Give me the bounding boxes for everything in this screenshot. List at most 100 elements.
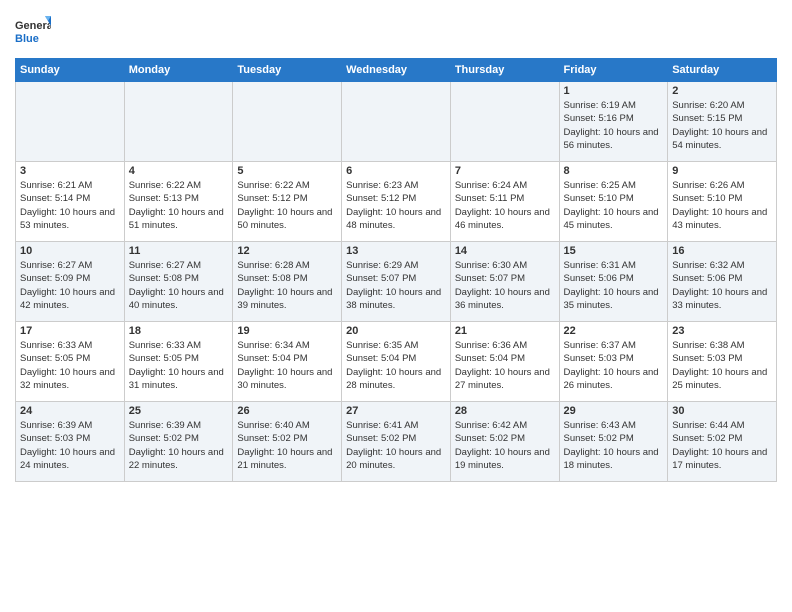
- calendar-cell: 12 Sunrise: 6:28 AMSunset: 5:08 PMDayligh…: [233, 242, 342, 322]
- calendar-cell: 10Sunrise: 6:27 AMSunset: 5:09 PMDayligh…: [16, 242, 125, 322]
- day-number: 21: [455, 325, 555, 337]
- day-info: Sunrise: 6:34 AMSunset: 5:04 PMDaylight:…: [237, 339, 337, 392]
- day-number: 1: [564, 85, 664, 97]
- calendar-cell: 8Sunrise: 6:25 AMSunset: 5:10 PMDaylight…: [559, 162, 668, 242]
- day-info: Sunrise: 6:43 AMSunset: 5:02 PMDaylight:…: [564, 419, 664, 472]
- week-row-0: 1Sunrise: 6:19 AMSunset: 5:16 PMDaylight…: [16, 82, 777, 162]
- calendar-cell: [233, 82, 342, 162]
- calendar-cell: 9 Sunrise: 6:26 AMSunset: 5:10 PMDaylight…: [668, 162, 777, 242]
- day-number: 17: [20, 325, 120, 337]
- calendar-cell: 28 Sunrise: 6:42 AMSunset: 5:02 PMDayligh…: [450, 402, 559, 482]
- day-number: 27: [346, 405, 446, 417]
- week-row-4: 24Sunrise: 6:39 AMSunset: 5:03 PMDayligh…: [16, 402, 777, 482]
- header-cell-saturday: Saturday: [668, 59, 777, 82]
- day-info: Sunrise: 6:33 AMSunset: 5:05 PMDaylight:…: [129, 339, 229, 392]
- calendar-cell: [16, 82, 125, 162]
- day-info: Sunrise: 6:28 AMSunset: 5:08 PMDaylight:…: [237, 259, 337, 312]
- day-number: 26: [237, 405, 337, 417]
- day-number: 6: [346, 165, 446, 177]
- day-number: 9: [672, 165, 772, 177]
- calendar-cell: 11 Sunrise: 6:27 AMSunset: 5:08 PMDayligh…: [124, 242, 233, 322]
- day-number: 8: [564, 165, 664, 177]
- day-number: 16: [672, 245, 772, 257]
- day-number: 12: [237, 245, 337, 257]
- calendar-cell: 21 Sunrise: 6:36 AMSunset: 5:04 PMDayligh…: [450, 322, 559, 402]
- week-row-1: 3 Sunrise: 6:21 AMSunset: 5:14 PMDaylight…: [16, 162, 777, 242]
- day-number: 25: [129, 405, 229, 417]
- calendar-cell: 7 Sunrise: 6:24 AMSunset: 5:11 PMDaylight…: [450, 162, 559, 242]
- day-info: Sunrise: 6:27 AMSunset: 5:09 PMDaylight:…: [20, 259, 120, 312]
- day-number: 4: [129, 165, 229, 177]
- calendar-cell: 19 Sunrise: 6:34 AMSunset: 5:04 PMDayligh…: [233, 322, 342, 402]
- day-info: Sunrise: 6:31 AMSunset: 5:06 PMDaylight:…: [564, 259, 664, 312]
- calendar-cell: 25 Sunrise: 6:39 AMSunset: 5:02 PMDayligh…: [124, 402, 233, 482]
- day-info: Sunrise: 6:21 AMSunset: 5:14 PMDaylight:…: [20, 179, 120, 232]
- logo-svg: General Blue: [15, 14, 51, 50]
- calendar-cell: 23 Sunrise: 6:38 AMSunset: 5:03 PMDayligh…: [668, 322, 777, 402]
- day-number: 19: [237, 325, 337, 337]
- calendar-cell: [342, 82, 451, 162]
- day-number: 29: [564, 405, 664, 417]
- calendar-cell: 30 Sunrise: 6:44 AMSunset: 5:02 PMDayligh…: [668, 402, 777, 482]
- day-info: Sunrise: 6:41 AMSunset: 5:02 PMDaylight:…: [346, 419, 446, 472]
- day-info: Sunrise: 6:20 AMSunset: 5:15 PMDaylight:…: [672, 99, 772, 152]
- day-number: 11: [129, 245, 229, 257]
- logo-graphic: General Blue: [15, 14, 51, 50]
- day-info: Sunrise: 6:22 AMSunset: 5:12 PMDaylight:…: [237, 179, 337, 232]
- day-info: Sunrise: 6:40 AMSunset: 5:02 PMDaylight:…: [237, 419, 337, 472]
- day-number: 23: [672, 325, 772, 337]
- svg-text:Blue: Blue: [15, 33, 39, 45]
- calendar-cell: 20 Sunrise: 6:35 AMSunset: 5:04 PMDayligh…: [342, 322, 451, 402]
- calendar-cell: 3 Sunrise: 6:21 AMSunset: 5:14 PMDaylight…: [16, 162, 125, 242]
- day-info: Sunrise: 6:36 AMSunset: 5:04 PMDaylight:…: [455, 339, 555, 392]
- calendar-body: 1Sunrise: 6:19 AMSunset: 5:16 PMDaylight…: [16, 82, 777, 482]
- day-info: Sunrise: 6:22 AMSunset: 5:13 PMDaylight:…: [129, 179, 229, 232]
- calendar-header: SundayMondayTuesdayWednesdayThursdayFrid…: [16, 59, 777, 82]
- day-info: Sunrise: 6:32 AMSunset: 5:06 PMDaylight:…: [672, 259, 772, 312]
- header-cell-sunday: Sunday: [16, 59, 125, 82]
- day-info: Sunrise: 6:30 AMSunset: 5:07 PMDaylight:…: [455, 259, 555, 312]
- calendar-cell: 13 Sunrise: 6:29 AMSunset: 5:07 PMDayligh…: [342, 242, 451, 322]
- day-info: Sunrise: 6:44 AMSunset: 5:02 PMDaylight:…: [672, 419, 772, 472]
- day-info: Sunrise: 6:39 AMSunset: 5:02 PMDaylight:…: [129, 419, 229, 472]
- calendar-cell: 24Sunrise: 6:39 AMSunset: 5:03 PMDayligh…: [16, 402, 125, 482]
- calendar-cell: 14 Sunrise: 6:30 AMSunset: 5:07 PMDayligh…: [450, 242, 559, 322]
- calendar-cell: 4 Sunrise: 6:22 AMSunset: 5:13 PMDaylight…: [124, 162, 233, 242]
- day-info: Sunrise: 6:42 AMSunset: 5:02 PMDaylight:…: [455, 419, 555, 472]
- day-number: 3: [20, 165, 120, 177]
- day-info: Sunrise: 6:35 AMSunset: 5:04 PMDaylight:…: [346, 339, 446, 392]
- header-cell-monday: Monday: [124, 59, 233, 82]
- calendar-cell: 29 Sunrise: 6:43 AMSunset: 5:02 PMDayligh…: [559, 402, 668, 482]
- logo: General Blue: [15, 14, 51, 50]
- page-header: General Blue: [15, 10, 777, 50]
- day-info: Sunrise: 6:27 AMSunset: 5:08 PMDaylight:…: [129, 259, 229, 312]
- calendar-cell: 15 Sunrise: 6:31 AMSunset: 5:06 PMDayligh…: [559, 242, 668, 322]
- calendar-cell: 26 Sunrise: 6:40 AMSunset: 5:02 PMDayligh…: [233, 402, 342, 482]
- day-number: 13: [346, 245, 446, 257]
- day-info: Sunrise: 6:33 AMSunset: 5:05 PMDaylight:…: [20, 339, 120, 392]
- calendar-cell: 6Sunrise: 6:23 AMSunset: 5:12 PMDaylight…: [342, 162, 451, 242]
- day-info: Sunrise: 6:38 AMSunset: 5:03 PMDaylight:…: [672, 339, 772, 392]
- calendar-cell: 18Sunrise: 6:33 AMSunset: 5:05 PMDayligh…: [124, 322, 233, 402]
- calendar-cell: 17 Sunrise: 6:33 AMSunset: 5:05 PMDayligh…: [16, 322, 125, 402]
- calendar-cell: 5 Sunrise: 6:22 AMSunset: 5:12 PMDaylight…: [233, 162, 342, 242]
- day-number: 5: [237, 165, 337, 177]
- day-number: 15: [564, 245, 664, 257]
- header-cell-tuesday: Tuesday: [233, 59, 342, 82]
- day-info: Sunrise: 6:24 AMSunset: 5:11 PMDaylight:…: [455, 179, 555, 232]
- calendar-cell: 27 Sunrise: 6:41 AMSunset: 5:02 PMDayligh…: [342, 402, 451, 482]
- day-info: Sunrise: 6:29 AMSunset: 5:07 PMDaylight:…: [346, 259, 446, 312]
- day-number: 22: [564, 325, 664, 337]
- day-number: 24: [20, 405, 120, 417]
- header-cell-friday: Friday: [559, 59, 668, 82]
- day-number: 28: [455, 405, 555, 417]
- day-number: 7: [455, 165, 555, 177]
- week-row-2: 10Sunrise: 6:27 AMSunset: 5:09 PMDayligh…: [16, 242, 777, 322]
- header-cell-wednesday: Wednesday: [342, 59, 451, 82]
- day-info: Sunrise: 6:26 AMSunset: 5:10 PMDaylight:…: [672, 179, 772, 232]
- calendar-cell: 1Sunrise: 6:19 AMSunset: 5:16 PMDaylight…: [559, 82, 668, 162]
- day-number: 30: [672, 405, 772, 417]
- svg-text:General: General: [15, 20, 51, 32]
- day-number: 20: [346, 325, 446, 337]
- day-number: 14: [455, 245, 555, 257]
